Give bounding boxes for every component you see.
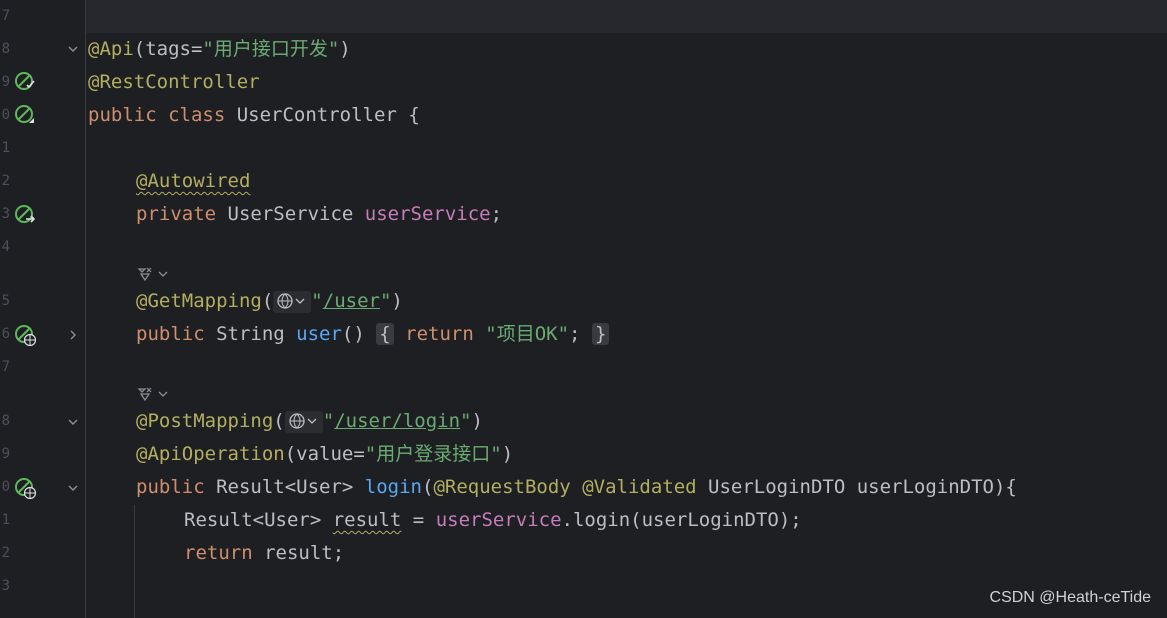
line-number: 2 xyxy=(1,173,10,189)
spring-bean-arrow-icon[interactable] xyxy=(14,204,36,226)
line-number: 5 xyxy=(1,293,10,309)
line-number: 9 xyxy=(1,446,10,462)
spring-bean-icon[interactable] xyxy=(14,104,36,126)
indent-guide xyxy=(134,505,135,618)
field-name: userService xyxy=(364,203,491,225)
line-number: 2 xyxy=(1,545,10,561)
keyword: public xyxy=(136,323,205,345)
method-name: login xyxy=(364,476,422,498)
class-name: UserController xyxy=(225,104,397,126)
chevron-down-icon[interactable] xyxy=(66,481,80,495)
string-literal: "用户接口开发" xyxy=(202,38,340,60)
folded-brace[interactable]: { xyxy=(376,323,394,345)
method-name: user xyxy=(296,323,342,345)
code-line[interactable]: return result; xyxy=(184,537,344,570)
keyword: return xyxy=(184,542,253,564)
code-line[interactable]: @PostMapping("/user/login") xyxy=(136,405,483,438)
string-literal: "用户登录接口" xyxy=(364,443,502,465)
code-line[interactable]: private UserService userService; xyxy=(136,198,502,231)
line-number: 0 xyxy=(1,107,10,123)
line-number: 8 xyxy=(1,41,10,57)
code-line[interactable]: @GetMapping("/user") xyxy=(136,285,403,318)
code-line[interactable]: public String user() { return "项目OK"; } xyxy=(136,318,610,351)
code-line[interactable]: @Api(tags="用户接口开发") xyxy=(88,33,351,66)
code-line[interactable]: public class UserController { xyxy=(88,99,420,132)
watermark: CSDN @Heath-ceTide xyxy=(989,589,1151,606)
line-number: 3 xyxy=(1,578,10,594)
line-number: 0 xyxy=(1,479,10,495)
api-hint-icon[interactable] xyxy=(136,384,176,404)
api-hint-icon[interactable] xyxy=(136,264,176,284)
spring-web-endpoint-icon[interactable] xyxy=(14,477,36,499)
code-editor[interactable]: 7 8 9 0 1 2 3 4 5 6 7 8 9 0 1 2 3 @Api(t… xyxy=(0,0,1167,618)
line-number: 1 xyxy=(1,512,10,528)
keyword: return xyxy=(405,323,474,345)
url-path-link[interactable]: /user/login xyxy=(334,410,460,432)
keyword: private xyxy=(136,203,217,225)
annotation: @Validated xyxy=(582,476,697,498)
globe-icon xyxy=(289,412,317,429)
annotation: @PostMapping xyxy=(136,410,274,432)
annotation: @RestController xyxy=(88,71,260,93)
spring-web-endpoint-icon[interactable] xyxy=(14,324,36,346)
field-name: userService xyxy=(435,509,562,531)
local-variable: result xyxy=(332,509,402,531)
code-line[interactable]: @RestController xyxy=(88,66,260,99)
url-inlay[interactable] xyxy=(273,290,312,313)
annotation: @RequestBody xyxy=(433,476,571,498)
current-line-highlight xyxy=(86,0,1167,33)
line-number: 9 xyxy=(1,74,10,90)
url-path-link[interactable]: /user xyxy=(323,290,380,312)
url-inlay[interactable] xyxy=(284,410,323,433)
line-number: 7 xyxy=(1,8,10,24)
line-number: 1 xyxy=(1,140,10,156)
line-number: 6 xyxy=(1,326,10,342)
annotation: @Autowired xyxy=(136,170,251,192)
globe-icon xyxy=(277,292,305,309)
keyword: public class xyxy=(88,104,226,126)
code-line[interactable]: public Result<User> login(@RequestBody @… xyxy=(136,471,1017,504)
annotation: @GetMapping xyxy=(136,290,262,312)
code-line[interactable]: Result<User> result = userService.login(… xyxy=(184,504,802,537)
line-number: 4 xyxy=(1,239,10,255)
annotation: @ApiOperation xyxy=(136,443,285,465)
folded-brace[interactable]: } xyxy=(591,323,610,345)
code-line[interactable]: @Autowired xyxy=(136,165,250,198)
code-line[interactable]: @ApiOperation(value="用户登录接口") xyxy=(136,438,513,471)
line-number: 8 xyxy=(1,413,10,429)
chevron-down-icon[interactable] xyxy=(66,415,80,429)
spring-bean-check-icon[interactable] xyxy=(14,71,36,93)
annotation: @Api xyxy=(88,38,134,60)
string-literal: "项目OK" xyxy=(485,323,570,345)
editor-gutter: 7 8 9 0 1 2 3 4 5 6 7 8 9 0 1 2 3 xyxy=(0,0,86,618)
chevron-right-icon[interactable] xyxy=(66,328,80,342)
chevron-down-icon[interactable] xyxy=(66,42,80,56)
line-number: 3 xyxy=(1,206,10,222)
line-number: 7 xyxy=(1,359,10,375)
keyword: public xyxy=(136,476,205,498)
